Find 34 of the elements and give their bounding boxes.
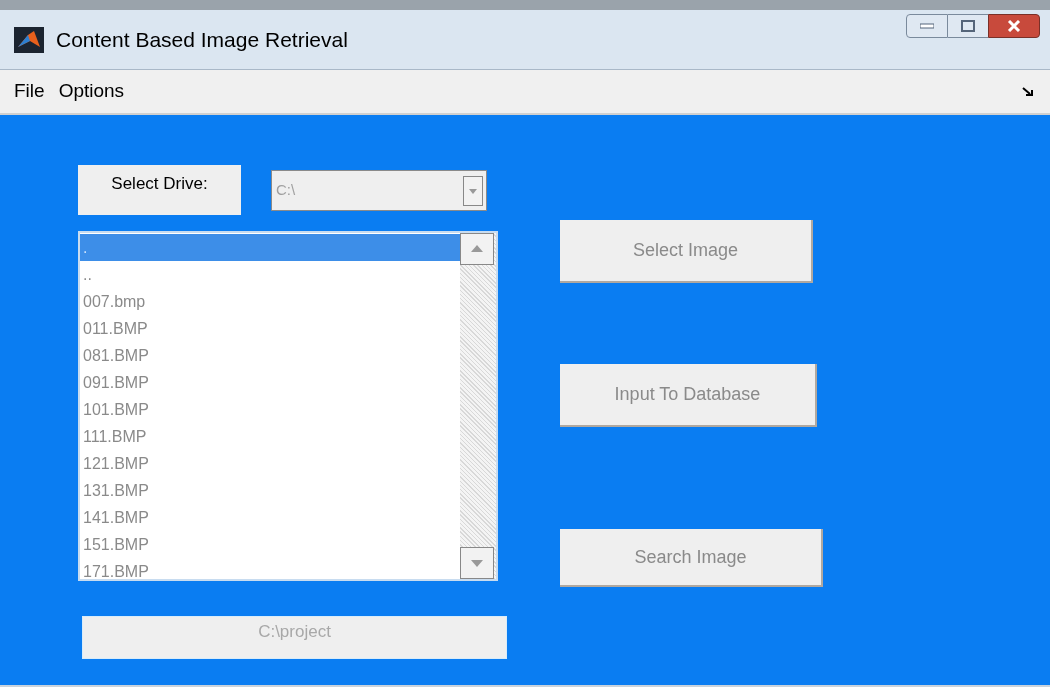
file-list-item[interactable]: 111.BMP — [80, 423, 460, 450]
menu-item[interactable]: File — [8, 77, 51, 106]
path-field[interactable]: C:\project — [82, 616, 507, 659]
window-title: Content Based Image Retrieval — [56, 26, 348, 53]
file-list-item[interactable]: 007.bmp — [80, 288, 460, 315]
maximize-icon — [961, 20, 975, 32]
file-list[interactable]: . .. 007.bmp 011.BMP 081.BMP 091.BMP 101.BMP 111.BMP 121.BMP 131.BMP 141.BMP 151.BMP 171.BMP — [78, 231, 498, 581]
menu-item[interactable]: Options — [52, 77, 131, 106]
file-list-item[interactable]: 011.BMP — [80, 315, 460, 342]
drive-dropdown[interactable]: C:\ — [271, 170, 487, 211]
app-logo-icon — [14, 26, 44, 53]
file-list-item[interactable]: 151.BMP — [80, 531, 460, 558]
scrollbar[interactable] — [460, 233, 496, 579]
maximize-button[interactable] — [948, 14, 988, 38]
drive-label: Select Drive: — [78, 165, 241, 215]
action-button[interactable]: Search Image — [560, 529, 823, 587]
scroll-down-icon[interactable] — [460, 547, 494, 579]
file-list-item[interactable]: 141.BMP — [80, 504, 460, 531]
file-list-item[interactable]: . — [80, 234, 460, 261]
file-list-item[interactable]: .. — [80, 261, 460, 288]
action-button[interactable]: Input To Database — [560, 364, 817, 427]
file-list-item[interactable]: 091.BMP — [80, 369, 460, 396]
close-button[interactable] — [988, 14, 1040, 38]
file-list-item[interactable]: 131.BMP — [80, 477, 460, 504]
minimize-icon — [920, 23, 934, 29]
action-button[interactable]: Select Image — [560, 220, 813, 283]
scroll-up-icon[interactable] — [460, 233, 494, 265]
dock-arrow-icon[interactable] — [1022, 86, 1034, 97]
file-list-item[interactable]: 101.BMP — [80, 396, 460, 423]
file-list-item[interactable]: 081.BMP — [80, 342, 460, 369]
minimize-button[interactable] — [906, 14, 948, 38]
close-icon — [1007, 20, 1021, 32]
file-list-item[interactable]: 171.BMP — [80, 558, 460, 579]
file-list-item[interactable]: 121.BMP — [80, 450, 460, 477]
